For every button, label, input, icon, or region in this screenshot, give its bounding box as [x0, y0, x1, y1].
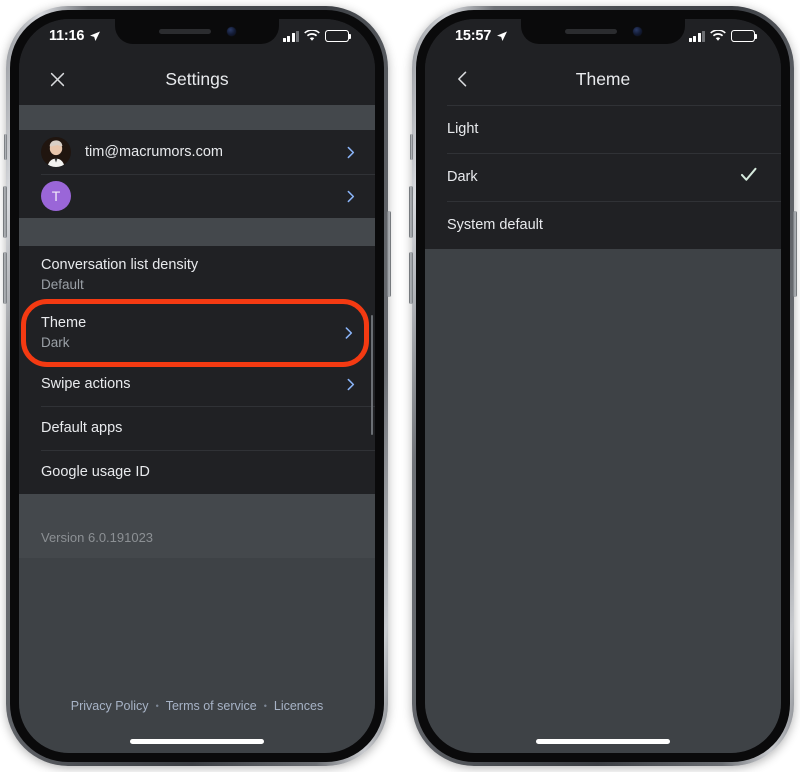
avatar: T	[41, 181, 71, 211]
terms-of-service-link[interactable]: Terms of service	[166, 699, 257, 713]
licences-link[interactable]: Licences	[274, 699, 323, 713]
accounts-section: tim@macrumors.com T	[19, 130, 375, 218]
setting-title: Conversation list density	[41, 257, 199, 273]
location-arrow-icon	[497, 31, 508, 41]
account-row-secondary[interactable]: T	[19, 174, 375, 218]
check-icon	[738, 164, 759, 190]
volume-up-button[interactable]	[409, 186, 413, 238]
phone-right: 15:57 Theme Light Dark System default	[409, 6, 797, 766]
notch	[115, 19, 279, 44]
chevron-right-icon[interactable]	[340, 325, 357, 342]
power-button[interactable]	[793, 211, 797, 297]
front-camera-icon	[226, 27, 236, 36]
chevron-right-icon[interactable]	[342, 376, 359, 393]
section-gap-bottom	[19, 494, 375, 519]
avatar-initial: T	[51, 188, 61, 204]
volume-down-button[interactable]	[409, 252, 413, 304]
setting-title: Swipe actions	[41, 376, 131, 392]
status-right-group	[282, 30, 351, 42]
theme-options-list: Light Dark System default	[425, 105, 781, 249]
close-icon[interactable]	[37, 59, 77, 99]
theme-option-label: System default	[447, 217, 543, 233]
setting-default-apps[interactable]: Default apps	[19, 406, 375, 450]
earpiece-speaker	[564, 29, 617, 34]
theme-options-area: Light Dark System default	[425, 105, 781, 753]
setting-title: Google usage ID	[41, 464, 150, 480]
setting-title: Default apps	[41, 420, 123, 436]
theme-option-light[interactable]: Light	[425, 105, 781, 153]
front-camera-icon	[632, 27, 642, 36]
avatar	[41, 137, 71, 167]
account-email-label: tim@macrumors.com	[85, 144, 223, 160]
cellular-signal-icon	[688, 30, 705, 42]
footer-links: Privacy Policy • Terms of service • Lice…	[19, 699, 375, 713]
status-left-group: 11:16	[49, 28, 101, 44]
theme-option-label: Light	[447, 121, 479, 137]
phone-left-screen: 11:16 Settings tim@macrumors.com T Conve…	[19, 19, 375, 753]
app-bar-left: Settings	[19, 53, 375, 105]
setting-theme-wrapper: Theme Dark	[19, 299, 375, 367]
app-bar-right: Theme	[425, 53, 781, 105]
version-text: Version 6.0.191023	[41, 530, 154, 545]
setting-subtitle: Default	[41, 277, 84, 292]
wifi-icon	[710, 30, 726, 41]
phone-left-bezel: 11:16 Settings tim@macrumors.com T Conve…	[10, 10, 384, 762]
privacy-policy-link[interactable]: Privacy Policy	[71, 699, 149, 713]
vertical-scrollbar[interactable]	[370, 315, 373, 435]
settings-section: Conversation list density Default Theme …	[19, 246, 375, 494]
screenshot-stage: 11:16 Settings tim@macrumors.com T Conve…	[0, 0, 800, 772]
volume-up-button[interactable]	[3, 186, 7, 238]
footer-separator: •	[263, 701, 267, 711]
chevron-left-icon[interactable]	[443, 59, 483, 99]
theme-option-label: Dark	[447, 169, 478, 185]
location-arrow-icon	[90, 31, 101, 41]
battery-icon	[731, 30, 757, 42]
theme-option-dark[interactable]: Dark	[425, 153, 781, 201]
silent-switch[interactable]	[4, 134, 7, 160]
earpiece-speaker	[158, 29, 211, 34]
wifi-icon	[304, 30, 320, 41]
setting-subtitle: Dark	[41, 335, 70, 350]
notch	[521, 19, 685, 44]
power-button[interactable]	[387, 211, 391, 297]
version-block: Version 6.0.191023	[19, 519, 375, 558]
status-left-group: 15:57	[455, 28, 508, 44]
setting-title: Theme	[41, 315, 87, 331]
setting-theme[interactable]: Theme Dark	[19, 304, 375, 362]
volume-down-button[interactable]	[3, 252, 7, 304]
home-indicator[interactable]	[130, 739, 264, 744]
section-gap-top	[19, 105, 375, 130]
account-row-email[interactable]: tim@macrumors.com	[19, 130, 375, 174]
theme-option-system-default[interactable]: System default	[425, 201, 781, 249]
setting-swipe-actions[interactable]: Swipe actions	[19, 362, 375, 406]
setting-conversation-list-density[interactable]: Conversation list density Default	[19, 246, 375, 304]
footer-separator: •	[155, 701, 159, 711]
status-time: 15:57	[455, 28, 492, 44]
phone-left: 11:16 Settings tim@macrumors.com T Conve…	[3, 6, 391, 766]
status-time: 11:16	[49, 28, 85, 44]
home-indicator[interactable]	[536, 739, 670, 744]
phone-right-bezel: 15:57 Theme Light Dark System default	[416, 10, 790, 762]
setting-google-usage-id[interactable]: Google usage ID	[19, 450, 375, 494]
chevron-right-icon[interactable]	[342, 144, 359, 161]
phone-right-screen: 15:57 Theme Light Dark System default	[425, 19, 781, 753]
settings-scroll-area[interactable]: tim@macrumors.com T Conversation list de…	[19, 105, 375, 753]
status-right-group	[688, 30, 757, 42]
silent-switch[interactable]	[410, 134, 413, 160]
section-gap-mid	[19, 218, 375, 246]
battery-icon	[325, 30, 351, 42]
cellular-signal-icon	[282, 30, 299, 42]
chevron-right-icon[interactable]	[342, 188, 359, 205]
